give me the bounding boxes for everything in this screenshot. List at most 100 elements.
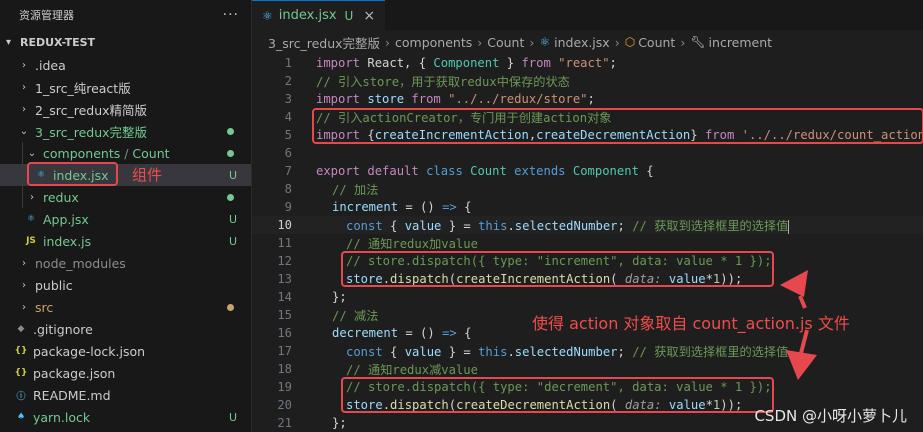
tree-item-label: package-lock.json (33, 343, 146, 359)
tree-item-redux[interactable]: › redux (0, 186, 251, 208)
tree-item-label: src (35, 299, 54, 315)
code-comment: // 通知redux加value (346, 237, 478, 251)
tree-item-label: 2_src_redux精简版 (35, 102, 148, 118)
code-comment: // 引入store，用于获取redux中保存的状态 (316, 75, 570, 89)
code-text: import store from "../../redux/store"; (316, 92, 595, 106)
line-number: 20 (277, 398, 292, 412)
modified-dot-icon (227, 303, 234, 311)
line-number: 13 (277, 272, 292, 286)
code-text: }; (332, 416, 347, 430)
tree-item-label: .gitignore (33, 321, 93, 337)
line-number: 16 (277, 326, 292, 340)
line-number: 4 (284, 110, 292, 124)
indent-guide (22, 186, 23, 208)
more-actions-icon[interactable]: ··· (223, 7, 239, 23)
tree-item-gitignore[interactable]: ◆ .gitignore (0, 318, 251, 340)
chevron-right-icon: › (385, 34, 391, 50)
chevron-right-icon: › (614, 34, 620, 50)
project-name: REDUX-TEST (20, 35, 96, 49)
tree-item-label: components (43, 145, 121, 161)
chevron-right-icon: › (22, 103, 26, 115)
annotation-main-label: 使得 action 对象取自 count_action.js 文件 (532, 314, 850, 333)
tree-item-yarn-lock[interactable]: ♠ yarn.lock U (0, 406, 251, 428)
breadcrumb-item[interactable]: index.jsx (554, 35, 610, 50)
tree-item-components-count[interactable]: ⌄ components / Count (0, 142, 251, 164)
annotation-box-increment (341, 251, 774, 287)
line-number: 6 (284, 146, 292, 160)
tree-item-src[interactable]: › src (0, 296, 251, 318)
breadcrumb-item[interactable]: Count (638, 35, 675, 50)
code-line: 17 const { value } = this.selectedNumber… (252, 342, 923, 360)
code-comment: // 减法 (332, 309, 379, 323)
code-line: 3 import store from "../../redux/store"; (252, 90, 923, 108)
chevron-right-icon: › (529, 34, 535, 50)
git-status-badge: U (228, 168, 237, 182)
breadcrumb-item[interactable]: components (395, 35, 472, 50)
chevron-down-icon: ▾ (6, 36, 12, 48)
breadcrumb: 3_src_redux完整版 › components › Count › ⚛ … (252, 30, 923, 54)
tree-item-node-modules[interactable]: › node_modules (0, 252, 251, 274)
breadcrumb-item[interactable]: 3_src_redux完整版 (268, 33, 380, 52)
tree-item-public[interactable]: › public (0, 274, 251, 296)
git-status-badge: U (228, 212, 237, 226)
tree-item-package-lock[interactable]: {} package-lock.json (0, 340, 251, 362)
code-text: const { value } = this.selectedNumber; /… (346, 345, 789, 359)
code-line: 2 // 引入store，用于获取redux中保存的状态 (252, 72, 923, 90)
code-line: 14 }; (252, 288, 923, 306)
tree-item-label: public (35, 277, 73, 293)
close-icon[interactable]: × (363, 8, 375, 24)
project-folder[interactable]: ▾ REDUX-TEST (0, 30, 251, 54)
tree-item-label: App.jsx (43, 211, 89, 227)
tree-item-label: README.md (33, 387, 111, 403)
tree-item-2-src[interactable]: › 2_src_redux精简版 (0, 98, 251, 120)
tree-item-label-group: components / Count (43, 145, 170, 161)
tree-item-idea[interactable]: › .idea (0, 54, 251, 76)
tree-item-label: 3_src_redux完整版 (35, 124, 148, 140)
editor-area: ⚛ index.jsx U × 3_src_redux完整版 › compone… (252, 0, 923, 432)
tab-label: index.jsx (278, 8, 337, 23)
line-number: 5 (284, 128, 292, 142)
tree-item-package-json[interactable]: {} package.json (0, 362, 251, 384)
line-number: 21 (277, 416, 292, 430)
chevron-right-icon: › (22, 279, 26, 291)
modified-dot-icon (227, 127, 234, 135)
code-comment: // 加法 (332, 183, 379, 197)
line-number: 12 (277, 254, 292, 268)
react-icon: ⚛ (262, 8, 273, 23)
tab-bar: ⚛ index.jsx U × (252, 0, 923, 30)
chevron-right-icon: › (30, 191, 34, 203)
react-icon: ⚛ (26, 214, 36, 224)
chevron-right-icon: › (680, 34, 686, 50)
code-text: const { value } = this.selectedNumber; /… (346, 219, 790, 234)
code-text: export default class Count extends Compo… (316, 164, 654, 178)
chevron-right-icon: › (22, 301, 26, 313)
yarn-icon: ♠ (16, 412, 26, 422)
code-line-active: 10 const { value } = this.selectedNumber… (252, 216, 923, 234)
tree-item-label: .idea (35, 57, 66, 73)
code-line: 1 import React, { Component } from "reac… (252, 54, 923, 72)
annotation-box-import (312, 108, 923, 144)
line-number: 17 (277, 344, 292, 358)
tree-item-label: redux (43, 189, 79, 205)
line-number: 7 (284, 164, 292, 178)
breadcrumb-item[interactable]: increment (709, 35, 773, 50)
tree-item-label: index.js (43, 233, 92, 249)
tree-item-1-src[interactable]: › 1_src_纯react版 (0, 76, 251, 98)
breadcrumb-item[interactable]: Count (487, 35, 524, 50)
code-line: 9 increment = () => { (252, 198, 923, 216)
tree-item-readme[interactable]: ⓘ README.md (0, 384, 251, 406)
code-line: 8 // 加法 (252, 180, 923, 198)
tab-index-jsx[interactable]: ⚛ index.jsx U × (252, 0, 386, 30)
tree-item-app-jsx[interactable]: ⚛ App.jsx U (0, 208, 251, 230)
tree-item-3-src[interactable]: ⌄ 3_src_redux完整版 (0, 120, 251, 142)
tree-item-label: node_modules (35, 255, 126, 271)
git-status-badge: U (228, 410, 237, 424)
react-icon: ⚛ (539, 35, 551, 49)
line-number: 1 (284, 56, 292, 70)
line-number: 2 (284, 74, 292, 88)
watermark: CSDN @小呀小萝卜儿 (754, 407, 907, 425)
line-number: 9 (284, 200, 292, 214)
tab-status-badge: U (344, 8, 354, 23)
chevron-down-icon: ⌄ (27, 147, 37, 159)
tree-item-index-js[interactable]: JS index.js U (0, 230, 251, 252)
